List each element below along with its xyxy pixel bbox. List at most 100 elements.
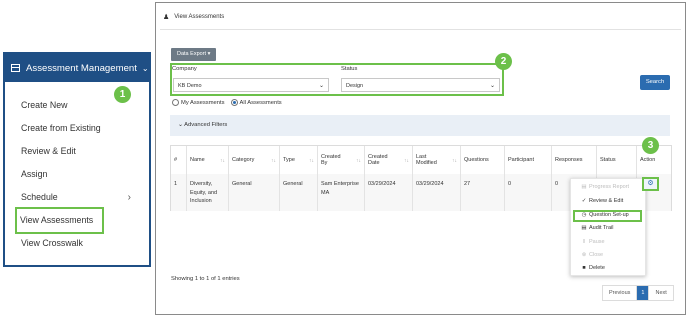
page-title: ♟ View Assessments bbox=[163, 13, 224, 21]
sort-icon: ↑↓ bbox=[452, 158, 457, 164]
pagination-page-1[interactable]: 1 bbox=[637, 286, 650, 300]
page-title-text: View Assessments bbox=[174, 14, 225, 20]
radio-icon bbox=[172, 99, 179, 106]
list-icon: ▤ bbox=[581, 225, 587, 231]
scope-radio-group: My Assessments All Assessments bbox=[172, 99, 282, 106]
data-export-button[interactable]: Data Export ▾ bbox=[171, 48, 217, 61]
action-pause-label: Pause bbox=[589, 239, 605, 245]
cell-last-modified: 03/29/2024 bbox=[413, 174, 461, 211]
col-header-created-date[interactable]: Created Date ↑↓ bbox=[365, 146, 413, 174]
check-circle-icon: ✓ bbox=[581, 198, 587, 204]
menu-item-create-from-existing[interactable]: Create from Existing bbox=[21, 117, 141, 140]
company-select-value: KB Demo bbox=[178, 83, 202, 89]
header-divider bbox=[160, 29, 681, 30]
cell-category: General bbox=[229, 174, 280, 211]
cell-name: Diversity, Equity, and Inclusion bbox=[187, 174, 229, 211]
cell-number: 1 bbox=[171, 174, 187, 211]
my-assessments-radio[interactable]: My Assessments bbox=[172, 99, 225, 106]
assessment-management-menu: Assessment Management ⌄ Create New Creat… bbox=[3, 52, 151, 267]
col-header-last-modified-label: Last Modified bbox=[416, 154, 437, 166]
sort-icon: ↑↓ bbox=[356, 158, 361, 164]
action-progress-report-label: Progress Report bbox=[589, 184, 630, 190]
row-action-gear-button[interactable]: ⚙ bbox=[642, 177, 659, 191]
action-close-label: Close bbox=[589, 252, 604, 258]
action-audit-trail[interactable]: ▤ Audit Trail bbox=[581, 225, 613, 231]
chevron-down-icon: ⌄ bbox=[489, 83, 495, 89]
cell-participant: 0 bbox=[505, 174, 552, 211]
col-header-created-by[interactable]: Created By ↑↓ bbox=[318, 146, 365, 174]
col-header-status: Status bbox=[597, 146, 637, 174]
cell-type: General bbox=[280, 174, 318, 211]
col-header-category[interactable]: Category ↑↓ bbox=[229, 146, 280, 174]
col-header-type-label: Type bbox=[283, 157, 295, 163]
cell-created-date: 03/29/2024 bbox=[365, 174, 413, 211]
step-badge-3: 3 bbox=[642, 137, 659, 154]
grid-icon bbox=[11, 64, 20, 72]
menu-item-schedule-label: Schedule bbox=[21, 192, 58, 202]
sort-icon: ↑↓ bbox=[309, 158, 314, 164]
step-badge-2: 2 bbox=[495, 53, 512, 70]
menu-item-assign[interactable]: Assign bbox=[21, 163, 141, 186]
menu-item-view-crosswalk[interactable]: View Crosswalk bbox=[21, 232, 141, 255]
search-button[interactable]: Search bbox=[640, 75, 670, 90]
sort-icon: ↑↓ bbox=[271, 158, 276, 164]
status-label: Status bbox=[341, 66, 358, 72]
action-review-edit[interactable]: ✓ Review & Edit bbox=[581, 198, 624, 204]
chevron-down-icon: ⌄ bbox=[178, 122, 183, 128]
action-pause: ‖ Pause bbox=[581, 239, 605, 245]
menu-item-schedule[interactable]: Schedule › bbox=[21, 186, 141, 209]
entries-info: Showing 1 to 1 of 1 entries bbox=[171, 276, 240, 282]
trash-icon: ■ bbox=[582, 265, 586, 271]
cell-created-by: Sam Enterprise MA bbox=[318, 174, 365, 211]
gear-icon: ⚙ bbox=[647, 180, 654, 187]
col-header-name-label: Name bbox=[190, 157, 205, 163]
menu-header[interactable]: Assessment Management ⌄ bbox=[5, 54, 149, 82]
close-circle-icon: ⊗ bbox=[581, 252, 587, 258]
advanced-filters-label: Advanced Filters bbox=[184, 122, 228, 128]
question-setup-highlight-box bbox=[573, 210, 642, 222]
company-select[interactable]: KB Demo ⌄ bbox=[173, 78, 329, 92]
chart-icon: ▤ bbox=[581, 184, 587, 190]
chevron-right-icon: › bbox=[127, 192, 131, 203]
table-header: # Name ↑↓ Category ↑↓ Type ↑↓ Created By ↑↓ … bbox=[171, 146, 671, 175]
view-assessments-panel: ♟ View Assessments Data Export ▾ Company… bbox=[155, 2, 686, 315]
sort-icon: ↑↓ bbox=[404, 158, 409, 164]
col-header-participant: Participant bbox=[505, 146, 552, 174]
advanced-filters-toggle[interactable]: ⌄ Advanced Filters bbox=[170, 115, 670, 136]
action-dropdown-menu: ▤ Progress Report ✓ Review & Edit ◷ Questio… bbox=[570, 178, 646, 276]
col-header-number: # bbox=[171, 146, 187, 174]
radio-selected-icon bbox=[230, 99, 238, 106]
pagination-previous[interactable]: Previous bbox=[603, 286, 638, 300]
menu-item-review-edit[interactable]: Review & Edit bbox=[21, 140, 141, 163]
action-delete-label: Delete bbox=[589, 265, 605, 271]
chevron-down-icon: ⌄ bbox=[318, 83, 324, 89]
pagination: Previous 1 Next bbox=[602, 285, 674, 301]
action-review-edit-label: Review & Edit bbox=[589, 198, 624, 204]
company-label: Company bbox=[172, 66, 197, 72]
pagination-next[interactable]: Next bbox=[649, 286, 672, 300]
menu-item-view-assessments[interactable]: View Assessments bbox=[15, 207, 104, 234]
action-close: ⊗ Close bbox=[581, 252, 603, 258]
action-delete[interactable]: ■ Delete bbox=[581, 265, 605, 271]
col-header-name[interactable]: Name ↑↓ bbox=[187, 146, 229, 174]
chevron-down-icon: ⌄ bbox=[141, 63, 149, 73]
my-assessments-label: My Assessments bbox=[181, 100, 225, 107]
menu-header-label: Assessment Management bbox=[26, 62, 137, 74]
all-assessments-radio[interactable]: All Assessments bbox=[230, 99, 282, 107]
step-badge-1: 1 bbox=[114, 86, 131, 103]
col-header-category-label: Category bbox=[232, 157, 255, 163]
cell-questions: 27 bbox=[461, 174, 505, 211]
status-select[interactable]: Design ⌄ bbox=[341, 78, 500, 92]
col-header-type[interactable]: Type ↑↓ bbox=[280, 146, 318, 174]
status-select-value: Design bbox=[346, 83, 364, 89]
action-audit-trail-label: Audit Trail bbox=[589, 225, 614, 231]
pause-icon: ‖ bbox=[582, 239, 586, 245]
col-header-last-modified[interactable]: Last Modified ↑↓ bbox=[413, 146, 461, 174]
all-assessments-label: All Assessments bbox=[239, 100, 282, 107]
col-header-responses: Responses bbox=[552, 146, 597, 174]
users-icon: ♟ bbox=[163, 14, 170, 21]
col-header-created-by-label: Created By bbox=[321, 154, 341, 166]
col-header-questions: Questions bbox=[461, 146, 505, 174]
sort-icon: ↑↓ bbox=[220, 158, 225, 164]
col-header-created-date-label: Created Date bbox=[368, 154, 388, 166]
